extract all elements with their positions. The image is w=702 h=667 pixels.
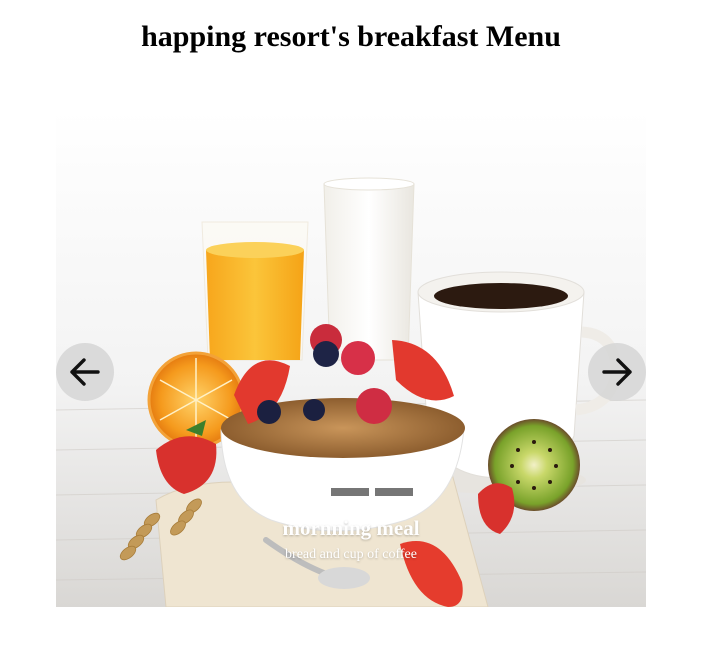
breakfast-carousel[interactable]: mornning meal bread and cup of coffee: [56, 110, 646, 607]
slide-indicator-1[interactable]: [287, 488, 325, 496]
next-slide-button[interactable]: [588, 343, 646, 401]
page-title: happing resort's breakfast Menu: [141, 20, 561, 53]
slide-indicator-3[interactable]: [375, 488, 413, 496]
arrow-left-icon: [70, 358, 100, 386]
slide-indicators: [287, 488, 415, 498]
caption-title: mornning meal: [282, 516, 420, 540]
previous-slide-button[interactable]: [56, 343, 114, 401]
arrow-right-icon: [602, 358, 632, 386]
caption-text: bread and cup of coffee: [285, 547, 417, 562]
slide-caption: mornning meal bread and cup of coffee: [56, 514, 646, 564]
slide-indicator-2[interactable]: [331, 488, 369, 496]
